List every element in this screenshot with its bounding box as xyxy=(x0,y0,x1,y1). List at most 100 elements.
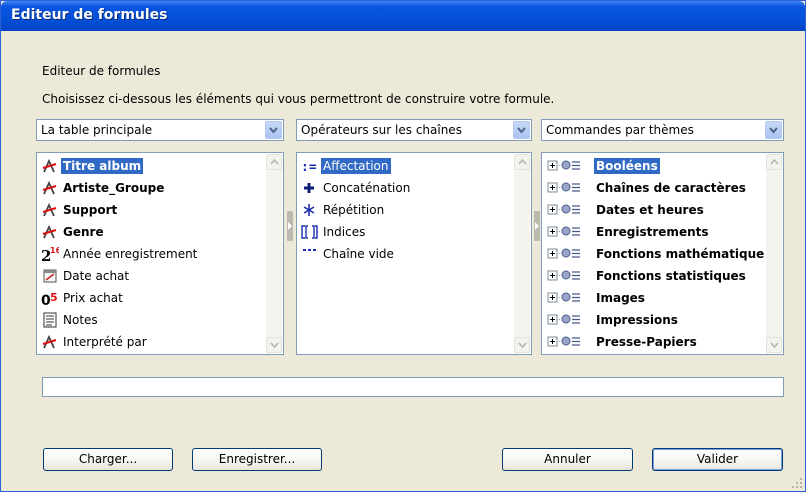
chevron-up-icon xyxy=(270,159,279,165)
command-theme-item[interactable]: Fonctions statistiques xyxy=(544,266,766,288)
field-label: Date achat xyxy=(63,269,130,283)
dialog-heading: Editeur de formules xyxy=(42,64,161,78)
operator-item[interactable]: Indices xyxy=(299,222,512,244)
arrow-right-icon xyxy=(288,222,292,230)
chevron-up-icon xyxy=(518,159,527,165)
command-theme-label: Enregistrements xyxy=(596,225,709,239)
field-item[interactable]: Genre xyxy=(39,222,264,244)
field-item[interactable]: 05 Prix achat xyxy=(39,288,264,310)
operators-theme-select-value: Opérateurs sur les chaînes xyxy=(301,123,462,137)
field-memo-icon xyxy=(41,312,59,328)
field-item[interactable]: Date achat xyxy=(39,266,264,288)
command-theme-label: Chaînes de caractères xyxy=(596,181,746,195)
field-label: Artiste_Groupe xyxy=(63,181,165,195)
command-theme-item[interactable]: Booléens xyxy=(544,156,766,178)
save-button[interactable]: Enregistrer... xyxy=(192,448,322,471)
field-label: Année enregistrement xyxy=(63,247,198,261)
field-label: Genre xyxy=(63,225,104,239)
command-theme-item[interactable]: Enregistrements xyxy=(544,222,766,244)
svg-text:16: 16 xyxy=(50,246,59,255)
field-date-icon xyxy=(41,268,59,284)
command-theme-item[interactable]: Impressions xyxy=(544,310,766,332)
operators-scrollbar[interactable] xyxy=(514,154,530,353)
assign-icon: := xyxy=(301,158,319,175)
commands-dropdown-button[interactable] xyxy=(765,121,782,139)
operators-dropdown-button[interactable] xyxy=(513,121,530,139)
fields-list[interactable]: Titre album Artiste_Groupe Support Genre… xyxy=(36,152,284,355)
operator-label: Affectation xyxy=(321,158,391,174)
operator-label: Concaténation xyxy=(323,181,411,195)
scroll-up-button[interactable] xyxy=(514,154,530,170)
operator-label: Chaîne vide xyxy=(323,247,394,261)
commands-theme-select[interactable]: Commandes par thèmes xyxy=(541,119,784,141)
scroll-up-button[interactable] xyxy=(266,154,282,170)
scroll-up-button[interactable] xyxy=(766,154,782,170)
command-theme-item[interactable]: Chaînes de caractères xyxy=(544,178,766,200)
command-theme-label: Dates et heures xyxy=(596,203,704,217)
expand-theme-icon xyxy=(546,180,594,196)
field-item[interactable]: Titre album xyxy=(39,156,264,178)
field-item[interactable]: 2 16 Année enregistrement xyxy=(39,244,264,266)
command-theme-item[interactable]: Images xyxy=(544,288,766,310)
left-splitter-handle[interactable] xyxy=(287,211,293,241)
command-theme-label: Impressions xyxy=(596,313,678,327)
expand-theme-icon xyxy=(546,290,594,306)
scroll-down-button[interactable] xyxy=(266,337,282,353)
field-item[interactable]: Artiste_Groupe xyxy=(39,178,264,200)
commands-scrollbar[interactable] xyxy=(766,154,782,353)
field-label: Support xyxy=(63,203,118,217)
expand-theme-icon xyxy=(546,268,594,284)
cancel-button[interactable]: Annuler xyxy=(502,448,633,471)
chevron-down-icon xyxy=(270,342,279,348)
plus-icon xyxy=(301,180,319,196)
title-bar[interactable]: Editeur de formules xyxy=(1,1,805,31)
formula-input[interactable] xyxy=(42,377,784,397)
field-real-icon: 05 xyxy=(41,290,59,309)
chevron-down-icon xyxy=(770,342,779,348)
scroll-down-button[interactable] xyxy=(766,337,782,353)
operators-theme-select[interactable]: Opérateurs sur les chaînes xyxy=(296,119,532,141)
field-text-icon xyxy=(41,180,59,196)
operator-item[interactable]: Chaîne vide xyxy=(299,244,512,266)
formula-editor-window: Editeur de formules Editeur de formules … xyxy=(0,0,806,492)
right-splitter-handle[interactable] xyxy=(534,211,540,241)
brackets-icon xyxy=(301,224,319,240)
field-label: Titre album xyxy=(61,158,144,174)
operator-item[interactable]: := Affectation xyxy=(299,156,512,178)
validate-button[interactable]: Valider xyxy=(652,448,783,471)
field-item[interactable]: Interprété par xyxy=(39,332,264,354)
operator-label: Indices xyxy=(323,225,366,239)
field-label: Interprété par xyxy=(63,335,147,349)
fields-table-select[interactable]: La table principale xyxy=(36,119,284,141)
command-theme-label: Presse-Papiers xyxy=(596,335,697,349)
expand-theme-icon xyxy=(546,312,594,328)
field-item[interactable]: Notes xyxy=(39,310,264,332)
operator-item[interactable]: Répétition xyxy=(299,200,512,222)
command-theme-item[interactable]: Fonctions mathématique xyxy=(544,244,766,266)
chevron-down-icon xyxy=(518,342,527,348)
command-theme-item[interactable]: Presse-Papiers xyxy=(544,332,766,354)
command-theme-item[interactable]: Dates et heures xyxy=(544,200,766,222)
arrow-right-icon xyxy=(535,222,539,230)
commands-theme-select-value: Commandes par thèmes xyxy=(546,123,694,137)
command-theme-label: Fonctions statistiques xyxy=(596,269,746,283)
field-label: Prix achat xyxy=(63,291,123,305)
fields-table-select-value: La table principale xyxy=(41,123,153,137)
operators-list[interactable]: := Affectation Concaténation Répétition … xyxy=(296,152,532,355)
operator-item[interactable]: Concaténation xyxy=(299,178,512,200)
window-title: Editeur de formules xyxy=(11,7,168,23)
fields-scrollbar[interactable] xyxy=(266,154,282,353)
field-item[interactable]: Support xyxy=(39,200,264,222)
load-button[interactable]: Charger... xyxy=(43,448,173,471)
field-integer-icon: 2 16 xyxy=(41,246,62,265)
fields-table-dropdown-button[interactable] xyxy=(265,121,282,139)
scroll-down-button[interactable] xyxy=(514,337,530,353)
svg-text::=: := xyxy=(301,160,317,174)
instruction-text: Choisissez ci-dessous les éléments qui v… xyxy=(42,92,555,106)
resize-grip-icon[interactable] xyxy=(791,477,803,489)
asterisk-icon xyxy=(301,202,319,218)
expand-theme-icon xyxy=(546,202,594,218)
commands-list[interactable]: Booléens Chaînes de caractères Dates et … xyxy=(541,152,784,355)
expand-theme-icon xyxy=(546,158,594,174)
command-theme-label: Images xyxy=(596,291,645,305)
